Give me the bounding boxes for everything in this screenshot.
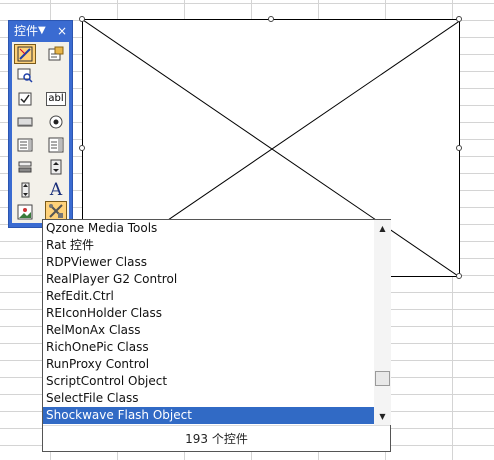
combobox-tool[interactable] <box>45 135 67 155</box>
toggle-button-icon <box>18 161 32 173</box>
list-item[interactable]: RelMonAx Class <box>43 322 374 339</box>
textbox-icon: abl <box>46 92 66 106</box>
more-controls-list: Qzone Media Tools Rat 控件 RDPViewer Class… <box>42 219 391 452</box>
textbox-tool[interactable]: abl <box>45 89 67 109</box>
combobox-icon <box>48 137 64 153</box>
scroll-bar-tool[interactable] <box>14 180 36 200</box>
list-item[interactable]: REIconHolder Class <box>43 305 374 322</box>
list-item[interactable]: RunProxy Control <box>43 356 374 373</box>
view-code-button[interactable] <box>14 65 36 85</box>
spin-button-icon <box>50 159 62 175</box>
more-controls-icon <box>49 204 63 218</box>
properties-button[interactable] <box>45 44 67 64</box>
list-item[interactable]: RefEdit.Ctrl <box>43 288 374 305</box>
toolbox-tools: abl A <box>12 42 69 223</box>
label-tool[interactable]: A <box>45 180 67 200</box>
list-item[interactable]: RichOnePic Class <box>43 339 374 356</box>
listbox-tool[interactable] <box>14 135 36 155</box>
checkbox-icon <box>18 92 32 106</box>
image-icon <box>17 204 33 220</box>
command-button-icon <box>17 117 33 127</box>
toolbox-title: 控件工具箱 <box>14 24 38 38</box>
command-button-tool[interactable] <box>14 112 36 132</box>
image-tool[interactable] <box>14 202 36 222</box>
design-mode-button[interactable] <box>14 44 36 64</box>
option-button-icon <box>49 115 63 129</box>
control-list[interactable]: Qzone Media Tools Rat 控件 RDPViewer Class… <box>43 220 374 425</box>
list-item[interactable]: Qzone Media Tools <box>43 220 374 237</box>
scroll-thumb[interactable] <box>375 371 390 386</box>
option-button-tool[interactable] <box>45 112 67 132</box>
list-item-selected[interactable]: Shockwave Flash Object <box>43 407 374 424</box>
view-code-icon <box>17 68 33 83</box>
design-mode-icon <box>17 46 33 62</box>
more-controls-button[interactable] <box>45 201 67 221</box>
toolbox-titlebar[interactable]: 控件工具箱 ▼ × <box>9 21 72 41</box>
list-scrollbar[interactable]: ▲ ▼ <box>374 220 391 425</box>
list-item[interactable]: RDPViewer Class <box>43 254 374 271</box>
resize-handle-top[interactable] <box>268 16 274 22</box>
scroll-down-icon[interactable]: ▼ <box>374 408 391 425</box>
label-icon: A <box>49 180 63 200</box>
close-icon[interactable]: × <box>57 21 67 41</box>
resize-handle-right[interactable] <box>456 145 462 151</box>
resize-handle-bottom-right[interactable] <box>456 273 462 279</box>
list-item[interactable]: ScriptControl Object <box>43 373 374 390</box>
list-item[interactable]: RealPlayer G2 Control <box>43 271 374 288</box>
properties-icon <box>48 46 64 61</box>
scroll-bar-icon <box>21 182 30 198</box>
resize-handle-top-left[interactable] <box>79 16 85 22</box>
list-item[interactable]: SelectFile Class <box>43 390 374 407</box>
toolbar-options-icon[interactable]: ▼ <box>38 21 46 41</box>
resize-handle-top-right[interactable] <box>456 16 462 22</box>
control-count: 193 个控件 <box>43 425 390 452</box>
checkbox-tool[interactable] <box>14 89 36 109</box>
spin-button-tool[interactable] <box>45 157 67 177</box>
listbox-icon <box>17 138 33 152</box>
toggle-button-tool[interactable] <box>14 157 36 177</box>
resize-handle-left[interactable] <box>79 145 85 151</box>
control-toolbox: 控件工具箱 ▼ × <box>8 20 73 228</box>
scroll-up-icon[interactable]: ▲ <box>374 220 391 237</box>
list-item[interactable]: Rat 控件 <box>43 237 374 254</box>
